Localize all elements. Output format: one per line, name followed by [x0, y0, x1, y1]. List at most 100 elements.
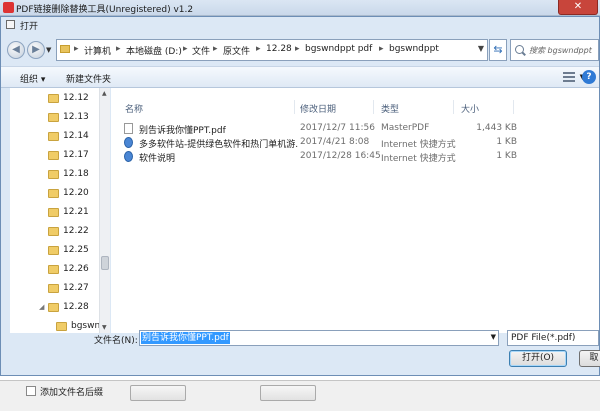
folder-icon: [48, 208, 59, 217]
file-modified: 2017/12/7 11:56: [300, 123, 375, 133]
folder-icon: [48, 94, 59, 103]
file-modified: 2017/12/28 16:45: [300, 151, 381, 161]
tree-item[interactable]: 12.20: [10, 184, 100, 203]
file-size: 1,443 KB: [476, 123, 517, 133]
breadcrumb-folder-files[interactable]: 文件: [192, 44, 210, 57]
app-titlebar: PDF链接删除替换工具(Unregistered) v1.2 ✕: [0, 0, 600, 16]
folder-icon: [48, 113, 59, 122]
folder-icon: [48, 303, 59, 312]
tree-item[interactable]: 12.22: [10, 222, 100, 241]
breadcrumb-separator-icon[interactable]: ▸: [74, 44, 79, 54]
breadcrumb-separator-icon[interactable]: ▸: [295, 44, 300, 54]
filetype-value: PDF File(*.pdf): [511, 333, 576, 343]
address-dropdown-icon[interactable]: ▼: [478, 44, 484, 53]
column-header-modified[interactable]: 修改日期: [300, 102, 336, 115]
column-header-type[interactable]: 类型: [381, 102, 399, 115]
navigation-pane: 12.12 12.13 12.14 12.17 12.18 12.20 12.2…: [10, 88, 110, 333]
refresh-button[interactable]: ⇆: [489, 39, 507, 61]
dialog-title: 打开: [20, 22, 39, 32]
column-header-size[interactable]: 大小: [461, 102, 479, 115]
folder-icon: [48, 170, 59, 179]
column-divider[interactable]: [373, 100, 374, 114]
new-folder-button[interactable]: 新建文件夹: [66, 72, 111, 85]
pdf-file-icon: [124, 123, 133, 134]
forward-button[interactable]: ▶: [27, 41, 45, 59]
file-row[interactable]: 软件说明 2017/12/28 16:45 Internet 快捷方式 1 KB: [121, 150, 521, 164]
app-icon: [3, 2, 14, 13]
tree-item[interactable]: 12.12: [10, 89, 100, 108]
scroll-down-icon[interactable]: ▼: [102, 324, 107, 331]
breadcrumb-separator-icon[interactable]: ▸: [116, 44, 121, 54]
filename-label: 文件名(N):: [94, 336, 138, 346]
file-type: Internet 快捷方式: [381, 140, 456, 150]
tree-item[interactable]: ◢ 12.28: [10, 298, 100, 317]
breadcrumb-separator-icon[interactable]: ▸: [213, 44, 218, 54]
tree-item[interactable]: 12.17: [10, 146, 100, 165]
breadcrumb-separator-icon[interactable]: ▸: [379, 44, 384, 54]
breadcrumb-folder-1228[interactable]: 12.28: [266, 44, 292, 54]
view-options-icon[interactable]: [563, 72, 575, 82]
back-button[interactable]: ◀: [7, 41, 25, 59]
dialog-toolbar: 组织 ▾ 新建文件夹 ▼ ?: [1, 66, 599, 88]
tree-item[interactable]: 12.13: [10, 108, 100, 127]
breadcrumb-separator-icon[interactable]: ▸: [256, 44, 261, 54]
search-icon: [515, 45, 524, 54]
app-action-button[interactable]: [260, 385, 316, 401]
file-size: 1 KB: [496, 151, 517, 161]
file-modified: 2017/4/21 8:08: [300, 137, 370, 147]
breadcrumb-separator-icon[interactable]: ▸: [183, 44, 188, 54]
app-action-button[interactable]: [130, 385, 186, 401]
tree-item[interactable]: 12.21: [10, 203, 100, 222]
filename-dropdown-icon[interactable]: ▼: [491, 333, 496, 341]
column-divider[interactable]: [513, 100, 514, 114]
column-divider[interactable]: [294, 100, 295, 114]
breadcrumb-folder-source[interactable]: 原文件: [223, 44, 250, 57]
search-input[interactable]: [529, 43, 597, 57]
folder-icon: [48, 265, 59, 274]
breadcrumb-drive[interactable]: 本地磁盘 (D:): [126, 44, 182, 57]
tree-item[interactable]: 12.26: [10, 260, 100, 279]
tree-item[interactable]: 12.25: [10, 241, 100, 260]
file-row[interactable]: 多多软件站-提供绿色软件和热门单机游... 2017/4/21 8:08 Int…: [121, 136, 521, 150]
file-type: MasterPDF: [381, 123, 430, 133]
suffix-checkbox-label: 添加文件名后缀: [40, 388, 104, 398]
navigation-scrollbar[interactable]: ▲ ▼: [99, 88, 110, 333]
file-name: 多多软件站-提供绿色软件和热门单机游...: [139, 140, 299, 150]
collapse-icon[interactable]: ◢: [39, 303, 44, 311]
file-name: 别告诉我你懂PPT.pdf: [139, 126, 226, 136]
column-divider[interactable]: [453, 100, 454, 114]
scroll-up-icon[interactable]: ▲: [102, 90, 107, 97]
folder-icon: [48, 189, 59, 198]
address-bar[interactable]: ▸ 计算机 ▸ 本地磁盘 (D:) ▸ 文件 ▸ 原文件 ▸ 12.28 ▸ b…: [56, 39, 488, 61]
tree-item[interactable]: 12.27: [10, 279, 100, 298]
internet-shortcut-icon: [124, 151, 133, 162]
file-size: 1 KB: [496, 137, 517, 147]
internet-shortcut-icon: [124, 137, 133, 148]
search-box[interactable]: [510, 39, 599, 61]
tree-item[interactable]: 12.18: [10, 165, 100, 184]
folder-icon: [48, 284, 59, 293]
file-name: 软件说明: [139, 154, 176, 164]
recent-pages-dropdown-icon[interactable]: ▼: [46, 46, 51, 54]
dialog-titlebar: 打开: [1, 17, 600, 33]
folder-icon: [48, 246, 59, 255]
breadcrumb-folder-pdf[interactable]: bgswndppt pdf: [305, 44, 372, 54]
help-icon[interactable]: ?: [582, 70, 596, 84]
scrollbar-thumb[interactable]: [101, 256, 109, 270]
filetype-select[interactable]: PDF File(*.pdf): [507, 330, 599, 346]
column-header-name[interactable]: 名称: [125, 102, 143, 115]
open-button[interactable]: 打开(O): [509, 350, 567, 367]
folder-icon: [48, 227, 59, 236]
app-bottom-bar: 添加文件名后缀: [0, 380, 600, 411]
organize-menu[interactable]: 组织 ▾: [20, 72, 45, 85]
filename-value[interactable]: 别告诉我你懂PPT.pdf: [141, 332, 230, 344]
breadcrumb-current-folder[interactable]: bgswndppt: [389, 44, 439, 54]
cancel-button[interactable]: 取: [579, 350, 600, 367]
suffix-checkbox[interactable]: [26, 386, 36, 396]
file-row[interactable]: 别告诉我你懂PPT.pdf 2017/12/7 11:56 MasterPDF …: [121, 122, 521, 136]
breadcrumb-computer[interactable]: 计算机: [84, 44, 111, 57]
filename-input[interactable]: 别告诉我你懂PPT.pdf ▼: [139, 330, 499, 346]
file-list-pane: 名称 修改日期 类型 大小 别告诉我你懂PPT.pdf 2017/12/7 11…: [111, 88, 599, 333]
app-close-button[interactable]: ✕: [558, 0, 598, 15]
tree-item[interactable]: 12.14: [10, 127, 100, 146]
